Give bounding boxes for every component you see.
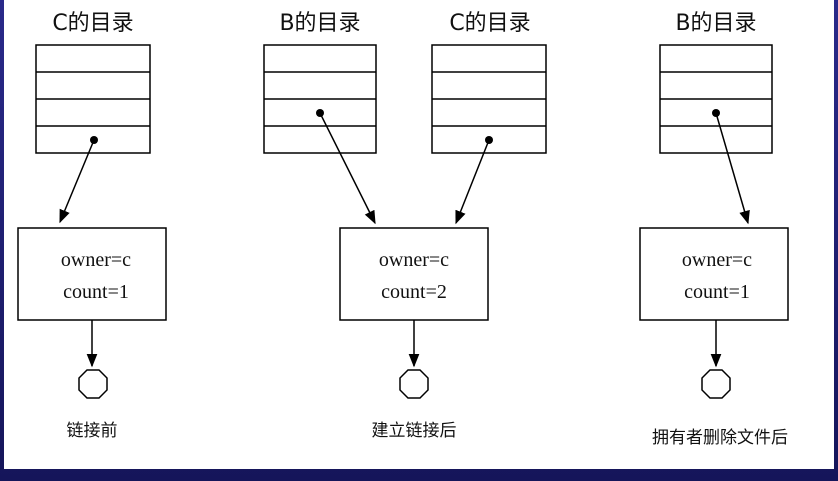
owner-label: owner=c [61,249,131,271]
count-label: count=1 [63,281,129,303]
file-node-box [17,227,167,321]
owner-label: owner=c [682,249,752,271]
dir-c-title: C的目录 [52,11,133,36]
dir-b-title: B的目录 [675,11,756,36]
scene-caption: 链接前 [67,421,118,441]
scene-caption: 拥有者删除文件后 [652,428,788,448]
owner-label: owner=c [379,249,449,271]
link-diagram: C的目录 owner=c count=1 链接前 B的目录 C的目录 owner… [17,11,789,448]
dir-c-title: C的目录 [449,11,530,36]
count-label: count=2 [381,281,447,303]
scene-after-link: B的目录 C的目录 owner=c count=2 建立链接后 [263,11,547,441]
file-node-box [639,227,789,321]
file-data-octagon [701,369,731,399]
count-label: count=1 [684,281,750,303]
file-data-octagon [399,369,429,399]
scene-after-owner-delete: B的目录 owner=c count=1 拥有者删除文件后 [639,11,789,448]
scene-caption: 建立链接后 [372,421,457,441]
dir-b-table [659,44,773,154]
dir-b-table [263,44,377,154]
file-data-octagon [78,369,108,399]
dir-b-title: B的目录 [279,11,360,36]
scene-before-link: C的目录 owner=c count=1 链接前 [17,11,167,441]
file-node-box [339,227,489,321]
